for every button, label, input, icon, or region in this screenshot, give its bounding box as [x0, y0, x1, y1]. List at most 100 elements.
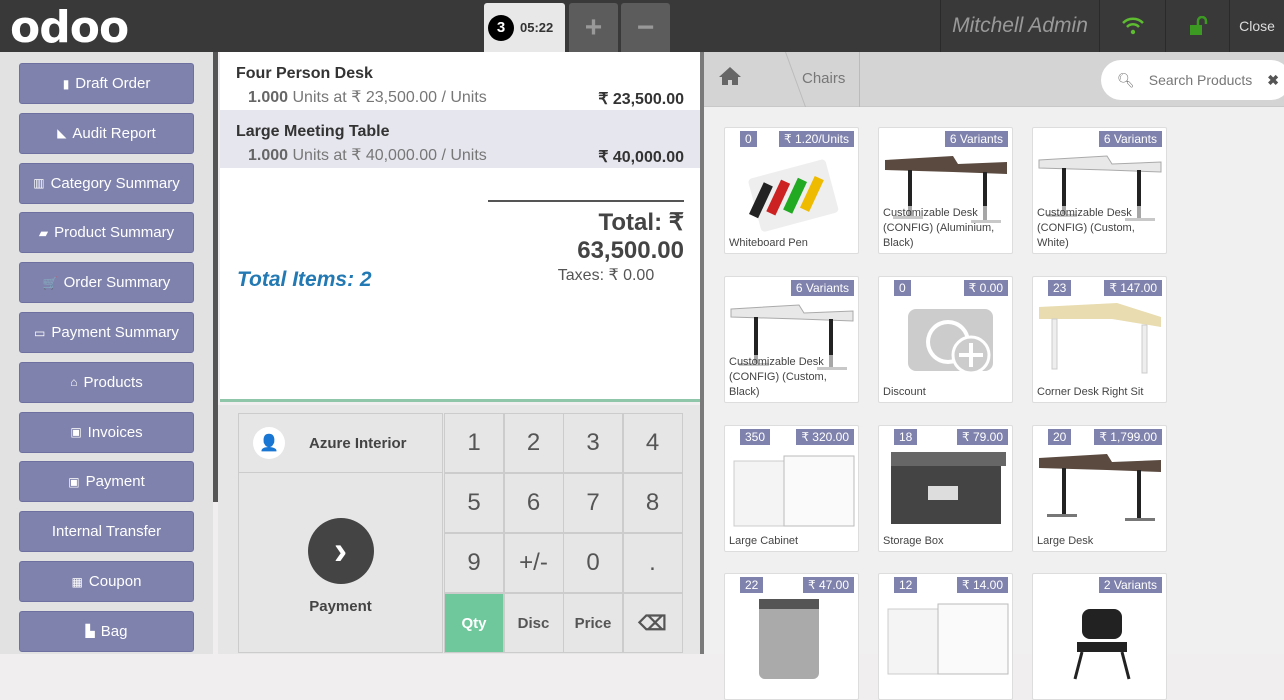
sidebar-button-label: Product Summary — [54, 224, 175, 242]
top-bar: odoo 3 05:22 + − Mitchell Admin Close — [0, 0, 1284, 53]
product-grid: 0 ₹ 1.20/Units Whiteboard Pen 6 Variants Cus… — [704, 107, 1284, 700]
sidebar-button-label: Audit Report — [72, 124, 156, 142]
product-name: Large Cabinet — [729, 534, 854, 549]
sidebar-button-audit-report[interactable]: ◣ Audit Report — [19, 112, 194, 154]
product-name: Customizable Desk (CONFIG) (Custom, Whit… — [1037, 206, 1162, 251]
product-image-cabinet — [729, 446, 855, 527]
product-qty-badge: 22 — [740, 577, 764, 593]
product-qty-badge: 12 — [894, 577, 918, 593]
product-qty-badge: 20 — [1048, 429, 1072, 445]
breadcrumb-category[interactable]: Chairs — [802, 70, 845, 87]
area-chart-icon: ◣ — [57, 126, 67, 141]
product-card[interactable]: 20 ₹ 1,799.00 Large Desk — [1032, 425, 1167, 552]
order-time: 05:22 — [520, 20, 554, 35]
sidebar-button-order-summary[interactable]: 🛒 Order Summary — [19, 262, 194, 304]
product-image-pens — [729, 148, 855, 232]
numpad-key-7[interactable]: 7 — [563, 473, 623, 533]
order-tab[interactable]: 3 05:22 — [484, 3, 565, 52]
orderline-qty: 1.000 — [248, 147, 289, 164]
bar-chart-icon: ▥ — [33, 176, 45, 191]
money-icon: ▣ — [70, 425, 82, 440]
product-card[interactable]: 22 ₹ 47.00 — [724, 573, 859, 700]
product-image-cabinet — [883, 594, 1009, 675]
sidebar-button-label: Bag — [100, 622, 128, 640]
product-price-tag: 6 Variants — [944, 131, 1008, 147]
unlock-icon[interactable] — [1165, 0, 1229, 52]
numpad-key-price[interactable]: Price — [563, 593, 623, 653]
numpad-key-disc[interactable]: Disc — [503, 593, 564, 653]
order-taxes: Taxes: ₹ 0.00 — [557, 267, 655, 284]
sidebar-button-payment[interactable]: ▣ Payment — [19, 461, 194, 503]
product-name: Discount — [883, 385, 1008, 400]
breadcrumb-separator — [766, 52, 807, 107]
orderline-name: Large Meeting Table — [236, 123, 390, 140]
product-card[interactable]: 18 ₹ 79.00 Storage Box — [878, 425, 1013, 552]
numpad-key-6[interactable]: 6 — [503, 473, 564, 533]
product-card[interactable]: 6 Variants Customizable Desk (CONFIG) (Cu… — [724, 276, 859, 403]
product-qty-badge: 18 — [894, 429, 918, 445]
orderline-unit-price: Units at ₹ 23,500.00 / Units — [292, 89, 487, 106]
search-input[interactable]: Search Products — [1149, 72, 1253, 88]
close-button[interactable]: Close — [1229, 0, 1284, 52]
sticky-note-icon: ▰ — [38, 225, 49, 240]
product-card[interactable]: 6 Variants Customizable Desk (CONFIG) (Al… — [878, 127, 1013, 254]
sidebar-button-products[interactable]: ⌂ Products — [19, 361, 194, 403]
search-icon: 🔍︎ — [1117, 71, 1135, 88]
product-name: Storage Box — [883, 534, 1008, 549]
customer-button[interactable]: 👤 Azure Interior — [238, 413, 443, 473]
product-card[interactable]: 6 Variants Customizable Desk (CONFIG) (Cu… — [1032, 127, 1167, 254]
sidebar-button-label: Order Summary — [63, 274, 171, 292]
numpad-key-8[interactable]: 8 — [622, 473, 683, 533]
sidebar-button-draft-order[interactable]: ▮ Draft Order — [19, 63, 194, 104]
clear-search-icon[interactable]: ✖ — [1267, 72, 1279, 89]
remove-order-button[interactable]: − — [621, 3, 670, 52]
numpad-key-0[interactable]: 0 — [563, 533, 623, 593]
payment-button[interactable]: › Payment — [238, 472, 443, 653]
orderline-price: ₹ 40,000.00 — [598, 149, 684, 166]
sidebar-button-category-summary[interactable]: ▥ Category Summary — [19, 162, 194, 204]
orderline-price: ₹ 23,500.00 — [598, 91, 684, 108]
product-card[interactable]: 23 ₹ 147.00 Corner Desk Right Sit — [1032, 276, 1167, 403]
order-total: Total: ₹ 63,500.00 — [577, 209, 684, 264]
orderline[interactable]: Four Person Desk 1.000 Units at ₹ 23,500.… — [220, 52, 700, 110]
backspace-key[interactable]: ⌫ — [622, 593, 683, 653]
numpad-key-2[interactable]: 2 — [503, 413, 564, 473]
numpad-key-4[interactable]: 4 — [622, 413, 683, 473]
customer-name: Azure Interior — [309, 434, 407, 452]
user-icon: 👤 — [253, 427, 285, 459]
sidebar-button-bag[interactable]: ▙ Bag — [19, 610, 194, 652]
product-price-tag: 6 Variants — [790, 280, 854, 296]
order-panel: Total: ₹ 63,500.00 Taxes: ₹ 0.00 Total I… — [220, 52, 700, 402]
sidebar-button-label: Payment — [85, 473, 145, 491]
numpad-key-qty[interactable]: Qty — [444, 593, 504, 653]
numpad-key-3[interactable]: 3 — [563, 413, 623, 473]
add-order-button[interactable]: + — [569, 3, 618, 52]
product-image-chair — [1037, 594, 1163, 680]
orderline[interactable]: Large Meeting Table 1.000 Units at ₹ 40,0… — [220, 110, 700, 168]
sidebar-button-coupon[interactable]: ▦ Coupon — [19, 561, 194, 602]
product-card[interactable]: 350 ₹ 320.00 Large Cabinet — [724, 425, 859, 552]
product-qty-badge: 23 — [1048, 280, 1072, 296]
home-icon[interactable] — [718, 66, 742, 92]
numpad-key-+/-[interactable]: +/- — [503, 533, 564, 593]
sidebar-button-invoices[interactable]: ▣ Invoices — [19, 411, 194, 453]
product-card[interactable]: 0 ₹ 0.00 Discount — [878, 276, 1013, 403]
sidebar-button-internal-transfer[interactable]: Internal Transfer — [19, 511, 194, 553]
sidebar-button-label: Invoices — [87, 423, 143, 441]
product-card[interactable]: 2 Variants — [1032, 573, 1167, 700]
sidebar-button-label: Category Summary — [50, 174, 180, 192]
sidebar-button-payment-summary[interactable]: ▭ Payment Summary — [19, 312, 194, 353]
numpad-key-.[interactable]: . — [622, 533, 683, 593]
product-card[interactable]: 12 ₹ 14.00 — [878, 573, 1013, 700]
search-box[interactable]: 🔍︎ Search Products ✖ — [1101, 60, 1284, 100]
product-name: Customizable Desk (CONFIG) (Custom, Blac… — [729, 355, 854, 400]
numpad-key-1[interactable]: 1 — [444, 413, 504, 473]
numpad-key-9[interactable]: 9 — [444, 533, 504, 593]
cashier-name[interactable]: Mitchell Admin — [940, 0, 1099, 52]
product-card[interactable]: 0 ₹ 1.20/Units Whiteboard Pen — [724, 127, 859, 254]
cart-icon: 🛒 — [42, 275, 58, 290]
product-name: Customizable Desk (CONFIG) (Aluminium, B… — [883, 206, 1008, 251]
product-qty-badge: 0 — [894, 280, 911, 296]
numpad-key-5[interactable]: 5 — [444, 473, 504, 533]
sidebar-button-product-summary[interactable]: ▰ Product Summary — [19, 212, 194, 254]
